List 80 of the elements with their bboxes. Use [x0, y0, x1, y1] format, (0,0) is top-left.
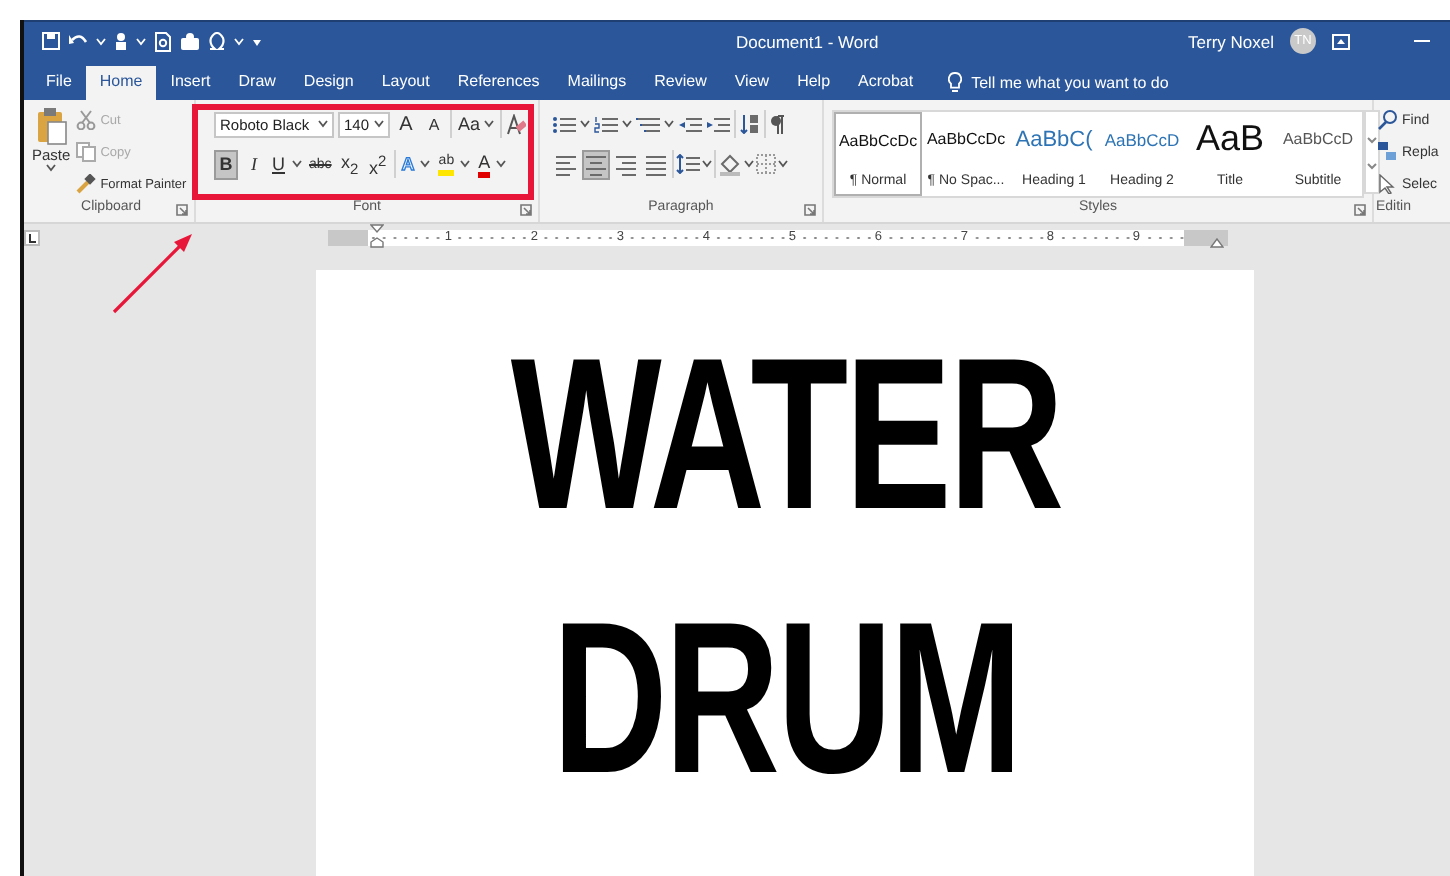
- caret-icon[interactable]: [744, 160, 754, 168]
- paintbrush-icon: [76, 174, 97, 194]
- gallery-scroll-icon[interactable]: [1364, 106, 1380, 194]
- caret-icon[interactable]: [622, 120, 632, 128]
- ribbon-tab[interactable]: Review: [640, 66, 721, 100]
- shading-icon[interactable]: [718, 153, 742, 175]
- dialog-launcher-icon[interactable]: [520, 204, 532, 216]
- align-center-button[interactable]: [582, 149, 610, 179]
- align-center-icon: [584, 153, 608, 175]
- dialog-launcher-icon[interactable]: [176, 204, 188, 216]
- ribbon-tab[interactable]: Insert: [156, 66, 225, 100]
- window-title: Document1 - Word: [736, 32, 879, 52]
- caret-icon[interactable]: [664, 120, 674, 128]
- print-preview-icon[interactable]: [154, 31, 172, 51]
- numbering-icon[interactable]: [594, 115, 618, 133]
- customize-caret-icon[interactable]: [252, 35, 262, 47]
- align-justify-icon: [644, 153, 668, 175]
- increase-indent-icon[interactable]: [706, 115, 730, 133]
- ribbon-tab[interactable]: Acrobat: [844, 66, 928, 100]
- caret-icon[interactable]: [702, 160, 712, 168]
- caret-icon[interactable]: [778, 160, 788, 168]
- caret-icon[interactable]: [46, 164, 57, 172]
- ribbon-tab[interactable]: File: [32, 66, 86, 100]
- ribbon-tab[interactable]: References: [443, 66, 554, 100]
- sort-icon[interactable]: [740, 114, 760, 134]
- bold-button[interactable]: B: [214, 149, 238, 179]
- dialog-launcher-icon[interactable]: [1354, 204, 1366, 216]
- replace-icon: [1378, 142, 1398, 162]
- ruler-margin: [328, 229, 368, 245]
- multilevel-list-icon[interactable]: [636, 115, 660, 133]
- color-button[interactable]: A: [476, 149, 509, 179]
- document-text: DRUM: [551, 598, 1019, 798]
- user-name[interactable]: Terry Noxel: [1188, 31, 1274, 51]
- script-button[interactable]: x$_{2}$: [337, 149, 362, 179]
- document-text: WATER: [509, 334, 1061, 534]
- scissors-icon: [76, 110, 97, 130]
- caret-icon[interactable]: [318, 120, 328, 128]
- shrink-font-button[interactable]: A: [422, 109, 446, 139]
- caret-icon[interactable]: [291, 160, 301, 168]
- lightbulb-icon[interactable]: [947, 72, 962, 94]
- indent-marker-icon[interactable]: [370, 224, 384, 248]
- undo-icon[interactable]: [68, 32, 88, 50]
- ribbon-display-icon[interactable]: [1332, 33, 1350, 49]
- align-right-icon: [614, 153, 638, 175]
- ribbon-tab[interactable]: Draw: [224, 66, 290, 100]
- ribbon-tab[interactable]: Mailings: [553, 66, 641, 100]
- pointer-arrow: [108, 230, 196, 318]
- dialog-launcher-icon[interactable]: [804, 204, 816, 216]
- ribbon-tab[interactable]: Layout: [367, 66, 444, 100]
- tab-selector-icon[interactable]: [24, 229, 40, 245]
- caret-icon[interactable]: [420, 160, 431, 168]
- caret-icon[interactable]: [580, 120, 590, 128]
- change-case-button[interactable]: Aa: [456, 109, 497, 139]
- ribbon-tab[interactable]: Design: [289, 66, 368, 100]
- caret-icon[interactable]: [484, 120, 495, 128]
- italic-button[interactable]: I: [242, 149, 266, 179]
- caret-icon[interactable]: [460, 160, 471, 168]
- save-icon[interactable]: [42, 32, 60, 50]
- ribbon-tab[interactable]: View: [720, 66, 784, 100]
- minimize-icon[interactable]: [1414, 39, 1430, 43]
- pointer-icon: [1378, 174, 1398, 194]
- tell-me-field[interactable]: Tell me what you want to do: [971, 74, 1169, 92]
- clipboard-icon[interactable]: [35, 106, 68, 146]
- script-button[interactable]: x$^{2}$: [365, 149, 390, 179]
- copy-icon: [76, 142, 97, 162]
- caret-icon[interactable]: [496, 160, 507, 168]
- decrease-indent-icon[interactable]: [678, 115, 702, 133]
- line-spacing-icon[interactable]: [676, 154, 700, 174]
- underline-button[interactable]: U: [270, 149, 303, 179]
- pilcrow-icon[interactable]: [770, 114, 784, 134]
- ribbon-tab[interactable]: Home: [85, 66, 157, 100]
- ruler-margin: [1184, 229, 1228, 245]
- ribbon-tab[interactable]: Help: [783, 66, 845, 100]
- grow-font-button[interactable]: A: [394, 109, 418, 139]
- symbol-icon[interactable]: [208, 32, 226, 50]
- caret-icon[interactable]: [374, 120, 384, 128]
- align-left-icon: [554, 153, 578, 175]
- search-icon: [1378, 110, 1398, 130]
- bullets-icon[interactable]: [552, 115, 576, 133]
- clear-formatting-icon[interactable]: [506, 113, 527, 135]
